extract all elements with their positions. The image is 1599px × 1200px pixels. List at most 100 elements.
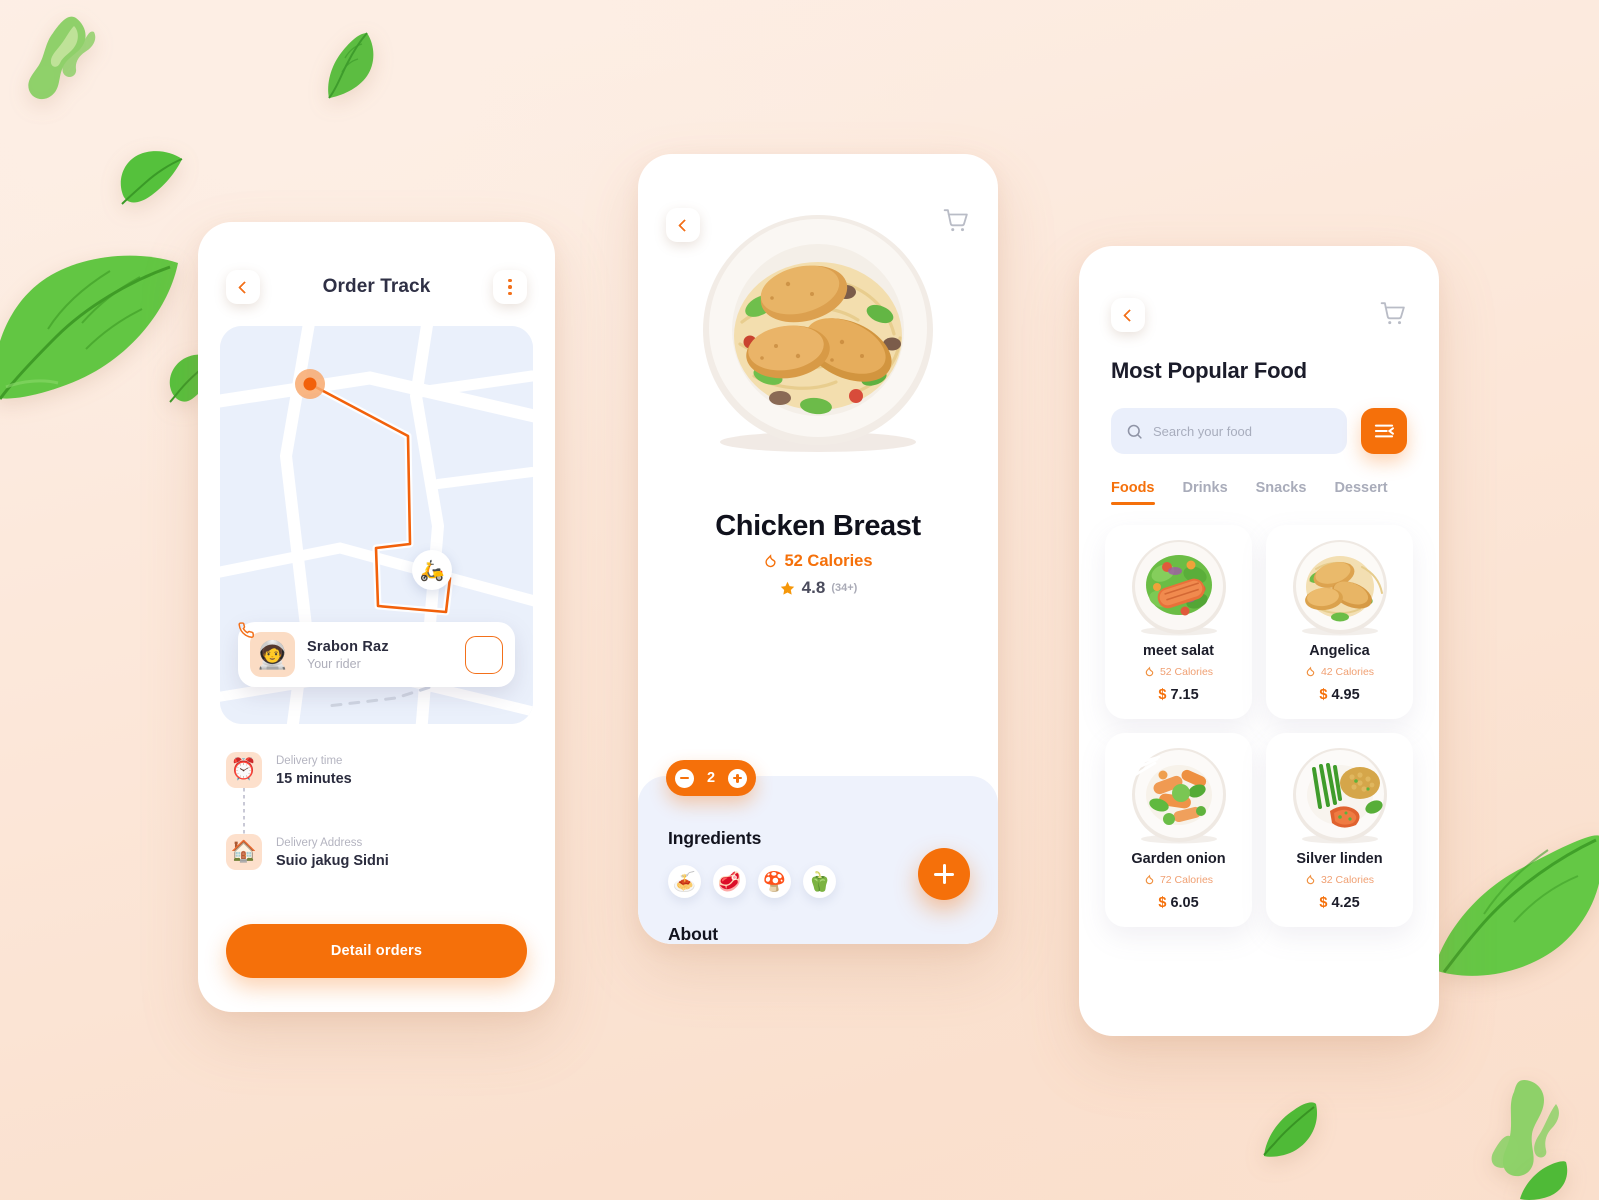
food-name: Angelica (1309, 643, 1370, 659)
filter-lines-icon (1374, 424, 1394, 438)
back-button[interactable] (666, 208, 700, 242)
currency-symbol: $ (1319, 687, 1328, 703)
price-amount: 4.95 (1331, 687, 1360, 703)
delivery-map[interactable]: 🛵 🧑‍🚀 Srabon Raz Your rider (220, 326, 533, 724)
raw-meat-icon[interactable]: 🥩 (713, 865, 746, 898)
phone-call-icon (238, 622, 254, 638)
chevron-left-icon (678, 218, 691, 232)
delivery-time-value: 15 minutes (276, 770, 352, 787)
rider-role: Your rider (307, 656, 361, 671)
delivery-address-value: Suio jakug Sidni (276, 852, 389, 869)
dish-hero (638, 154, 998, 504)
chicken-beans-rice-plate-image (1274, 743, 1405, 847)
rating-count: (34+) (831, 582, 858, 594)
avatar: 🧑‍🚀 (250, 632, 295, 677)
dish-name: Chicken Breast (715, 510, 921, 542)
alarm-clock-icon: ⏰ (226, 752, 262, 788)
mushroom-icon[interactable]: 🍄 (758, 865, 791, 898)
rider-card[interactable]: 🧑‍🚀 Srabon Raz Your rider (238, 622, 515, 687)
food-name: Silver linden (1296, 851, 1383, 867)
decrease-quantity-button[interactable] (675, 768, 694, 788)
detail-top-bar (666, 208, 970, 242)
food-calories-row: 52 Calories (1113, 666, 1244, 678)
salmon-salad-plate-image (1113, 535, 1244, 639)
food-calories-row: 32 Calories (1274, 874, 1405, 886)
delivery-info-list: ⏰ Delivery time 15 minutes 🏠 Delivery Ad… (198, 724, 555, 870)
search-box[interactable] (1111, 408, 1347, 454)
food-calories-row: 42 Calories (1274, 666, 1405, 678)
chicken-breast-dish-image (703, 215, 933, 452)
phone-most-popular: Most Popular Food Foods Drinks Snacks De… (1079, 246, 1439, 1036)
increase-quantity-button[interactable] (728, 768, 747, 788)
search-icon (1127, 424, 1142, 439)
price-amount: 6.05 (1170, 895, 1199, 911)
food-calories: 72 Calories (1159, 874, 1214, 886)
food-card[interactable]: Silver linden 32 Calories $ 4.25 (1266, 733, 1413, 927)
ingredients-heading: Ingredients (668, 828, 762, 848)
green-pepper-icon[interactable]: 🫑 (803, 865, 836, 898)
filter-button[interactable] (1361, 408, 1407, 454)
category-tabs: Foods Drinks Snacks Dessert (1079, 454, 1439, 505)
search-row (1079, 384, 1439, 454)
quantity-value: 2 (706, 770, 716, 786)
food-calories: 42 Calories (1320, 666, 1375, 678)
quantity-stepper[interactable]: 2 (666, 760, 756, 796)
house-icon: 🏠 (226, 834, 262, 870)
phone-order-track: Order Track 🛵 (198, 222, 555, 1012)
shopping-cart-icon (943, 209, 968, 232)
chevron-left-icon (238, 280, 251, 294)
food-card[interactable]: Garden onion 72 Calories $ 6.05 (1105, 733, 1252, 927)
tab-dessert[interactable]: Dessert (1334, 480, 1387, 505)
flame-icon (1145, 874, 1154, 885)
more-options-button[interactable] (493, 270, 527, 304)
popular-top-bar (1079, 246, 1439, 332)
page-title: Order Track (322, 276, 431, 297)
food-price: $ 4.25 (1274, 895, 1405, 911)
tab-snacks[interactable]: Snacks (1256, 480, 1307, 505)
order-track-header: Order Track (198, 222, 555, 304)
food-calories-row: 72 Calories (1113, 874, 1244, 886)
food-card[interactable]: meet salat 52 Calories $ 7.15 (1105, 525, 1252, 719)
currency-symbol: $ (1319, 895, 1328, 911)
add-to-cart-button[interactable] (918, 848, 970, 900)
chevron-left-icon (1123, 308, 1136, 322)
delivery-time-label: Delivery time (276, 755, 343, 768)
chicken-pasta-plate-image (1274, 535, 1405, 639)
food-price: $ 6.05 (1113, 895, 1244, 911)
search-input[interactable] (1153, 423, 1332, 439)
rating-row: 4.8 (34+) (638, 578, 998, 598)
tab-foods[interactable]: Foods (1111, 480, 1155, 505)
price-amount: 7.15 (1170, 687, 1199, 703)
more-vertical-icon (508, 278, 512, 296)
flame-icon (1306, 666, 1315, 677)
call-rider-button[interactable] (238, 622, 503, 674)
food-card[interactable]: Angelica 42 Calories $ 4.95 (1266, 525, 1413, 719)
back-button[interactable] (1111, 298, 1145, 332)
rider-name: Srabon Raz (307, 638, 389, 655)
food-calories: 52 Calories (1159, 666, 1214, 678)
flame-icon (765, 554, 777, 568)
calories-value: 52 Calories (784, 552, 873, 570)
cart-button[interactable] (1379, 301, 1407, 330)
star-icon (780, 581, 794, 595)
cart-button[interactable] (942, 208, 970, 237)
rating-value: 4.8 (801, 578, 826, 597)
delivery-address-label: Delivery Address (276, 837, 363, 850)
timeline-connector (243, 788, 245, 834)
food-name: Garden onion (1131, 851, 1226, 867)
currency-symbol: $ (1158, 895, 1167, 911)
delivery-time-row: ⏰ Delivery time 15 minutes (226, 752, 527, 788)
pasta-icon[interactable]: 🍝 (668, 865, 701, 898)
about-heading: About (668, 924, 719, 944)
detail-info-panel: Ingredients 🍝 🥩 🍄 🫑 About Chicken genera… (638, 776, 998, 944)
food-name: meet salat (1143, 643, 1214, 659)
scooter-marker-icon: 🛵 (412, 550, 452, 590)
currency-symbol: $ (1158, 687, 1167, 703)
flame-icon (1145, 666, 1154, 677)
page-title: Most Popular Food (1111, 358, 1307, 383)
food-calories: 32 Calories (1320, 874, 1375, 886)
detail-orders-button[interactable]: Detail orders (226, 924, 527, 978)
back-button[interactable] (226, 270, 260, 304)
tab-drinks[interactable]: Drinks (1183, 480, 1228, 505)
food-price: $ 4.95 (1274, 687, 1405, 703)
